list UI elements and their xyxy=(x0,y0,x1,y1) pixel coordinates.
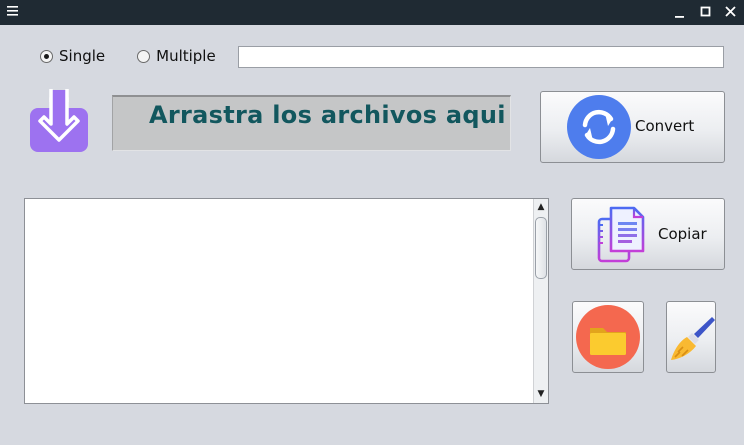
radio-multiple-label: Multiple xyxy=(156,47,216,65)
radio-single[interactable]: Single xyxy=(40,47,105,65)
close-icon[interactable] xyxy=(722,4,740,20)
drop-zone-text: Arrastra los archivos aqui xyxy=(149,101,506,129)
drop-zone[interactable]: Arrastra los archivos aqui xyxy=(112,95,511,151)
scroll-up-icon[interactable]: ▲ xyxy=(536,202,546,212)
scroll-down-icon[interactable]: ▼ xyxy=(536,389,546,399)
copiar-button[interactable]: Copiar xyxy=(571,198,725,270)
download-icon xyxy=(30,89,88,152)
folder-icon xyxy=(576,305,640,369)
radio-single-indicator[interactable] xyxy=(40,49,53,63)
open-folder-button[interactable] xyxy=(572,301,644,373)
maximize-icon[interactable] xyxy=(697,4,715,20)
broom-icon xyxy=(671,317,715,360)
vertical-scrollbar[interactable]: ▲ ▼ xyxy=(533,199,548,403)
minimize-icon[interactable] xyxy=(671,4,689,20)
copiar-button-label: Copiar xyxy=(658,225,707,243)
path-input[interactable] xyxy=(238,46,724,68)
radio-multiple[interactable]: Multiple xyxy=(137,47,216,65)
convert-button-label: Convert xyxy=(635,117,695,135)
radio-single-label: Single xyxy=(59,47,106,65)
mode-selector: Single Multiple xyxy=(40,46,248,66)
clean-button[interactable] xyxy=(666,301,716,373)
radio-multiple-indicator[interactable] xyxy=(137,49,151,63)
hamburger-icon[interactable] xyxy=(6,4,20,18)
sync-icon xyxy=(567,95,631,159)
scrollbar-thumb[interactable] xyxy=(535,217,547,279)
window-titlebar xyxy=(0,0,744,25)
copy-documents-icon xyxy=(597,206,645,263)
convert-button[interactable]: Convert xyxy=(540,91,725,163)
output-textarea[interactable]: ▲ ▼ xyxy=(24,198,549,404)
